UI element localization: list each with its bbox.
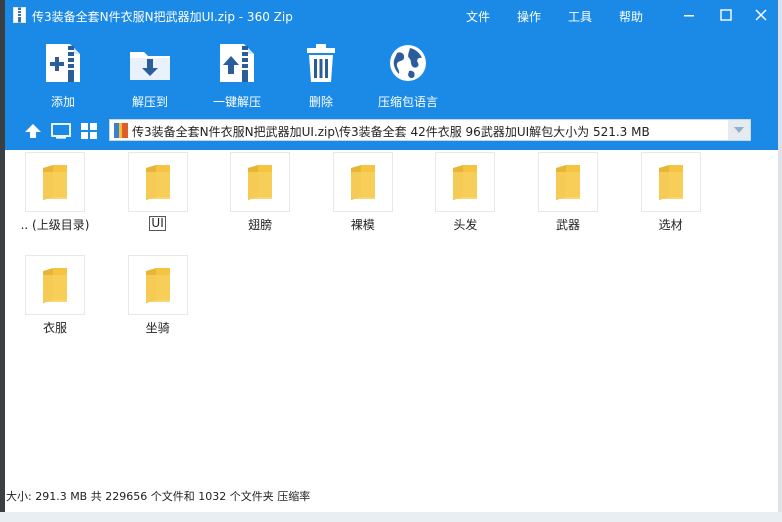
folder-thumbnail	[640, 152, 701, 212]
folder-name-wrap: UI	[108, 212, 208, 231]
folder-name-wrap: 翅膀	[210, 212, 310, 233]
folder-name: UI	[149, 216, 166, 231]
folder-thumbnail	[127, 152, 188, 212]
folder-name-wrap: 头发	[415, 212, 515, 233]
folder-name-wrap: 衣服	[5, 315, 105, 336]
delete-label: 删除	[308, 95, 333, 109]
folder-item[interactable]: 头发	[415, 152, 515, 233]
monitor-icon	[51, 123, 71, 139]
extract-folder-icon	[130, 52, 170, 80]
folder-thumbnail	[230, 152, 291, 212]
zip-file-icon	[114, 123, 128, 138]
grid-icon	[81, 123, 97, 139]
one-click-extract-icon	[220, 44, 254, 82]
folder-thumbnail	[435, 152, 496, 212]
maximize-icon	[720, 9, 732, 21]
menu-file[interactable]: 文件	[466, 8, 490, 25]
globe-icon	[390, 45, 426, 81]
folder-name: 翅膀	[248, 218, 273, 232]
folder-name: 头发	[453, 218, 478, 232]
folder-name-wrap: 武器	[518, 212, 618, 233]
folder-item[interactable]: 坐骑	[108, 255, 208, 336]
close-button[interactable]	[744, 0, 778, 30]
folder-name: 裸模	[350, 218, 375, 232]
close-icon	[755, 9, 767, 21]
view-preview-button[interactable]	[50, 120, 72, 142]
folder-icon	[145, 165, 170, 200]
folder-thumbnail	[332, 152, 393, 212]
folder-name-wrap: .. (上级目录)	[5, 212, 105, 233]
folder-icon	[248, 165, 273, 200]
folder-item[interactable]: 选材	[621, 152, 721, 233]
window-title: 传3装备全套N件衣服N把武器加UI.zip - 360 Zip	[32, 10, 293, 24]
folder-thumbnail	[25, 255, 85, 315]
add-button[interactable]: 添加	[23, 40, 103, 110]
folder-item[interactable]: 裸模	[313, 152, 413, 233]
folder-name-wrap: 选材	[621, 212, 721, 233]
status-text: 大小: 291.3 MB 共 229656 个文件和 1032 个文件夹 压缩率	[6, 490, 311, 503]
path-dropdown-button[interactable]	[728, 120, 750, 140]
path-field[interactable]: 传3装备全套N件衣服N把武器加UI.zip\传3装备全套 42件衣服 96武器加…	[109, 119, 751, 141]
folder-icon	[145, 268, 170, 303]
trash-icon	[307, 44, 335, 82]
folder-icon	[556, 165, 580, 200]
language-label: 压缩包语言	[377, 95, 438, 109]
folder-item[interactable]: .. (上级目录)	[5, 152, 105, 233]
maximize-button[interactable]	[709, 0, 743, 30]
folder-name: 衣服	[42, 321, 67, 335]
view-grid-button[interactable]	[78, 120, 100, 142]
add-archive-icon	[46, 44, 80, 82]
one-click-extract-label: 一键解压	[212, 95, 261, 109]
folder-name-wrap: 裸模	[313, 212, 413, 233]
archive-icon	[13, 7, 26, 23]
folder-icon	[43, 268, 67, 303]
minimize-icon	[684, 15, 694, 17]
folder-icon	[43, 165, 67, 200]
folder-icon	[453, 165, 478, 200]
folder-thumbnail	[25, 152, 85, 212]
menu-help[interactable]: 帮助	[619, 8, 643, 25]
folder-item[interactable]: 衣服	[5, 255, 105, 336]
folder-item[interactable]: 翅膀	[210, 152, 310, 233]
folder-name: .. (上级目录)	[20, 218, 90, 232]
folder-item[interactable]: 武器	[518, 152, 618, 233]
menu-operation[interactable]: 操作	[517, 8, 541, 25]
extract-to-label: 解压到	[131, 95, 168, 109]
app-window: 传3装备全套N件衣服N把武器加UI.zip - 360 Zip 文件 操作 工具…	[5, 0, 778, 512]
folder-thumbnail	[127, 255, 188, 315]
folder-item[interactable]: UI	[108, 152, 208, 231]
one-click-extract-button[interactable]: 一键解压	[197, 40, 277, 110]
folder-icon	[350, 165, 375, 200]
add-label: 添加	[50, 95, 75, 109]
folder-name: 武器	[555, 218, 580, 232]
extract-to-button[interactable]: 解压到	[110, 40, 190, 110]
toolbar: 添加 解压到 一键解压 删除 压缩包语言	[5, 30, 778, 116]
chevron-down-icon	[734, 127, 744, 133]
desktop-bottom-strip	[0, 512, 782, 522]
path-text: 传3装备全套N件衣服N把武器加UI.zip\传3装备全套 42件衣服 96武器加…	[132, 125, 650, 139]
folder-thumbnail	[538, 152, 598, 212]
address-bar: 传3装备全套N件衣服N把武器加UI.zip\传3装备全套 42件衣服 96武器加…	[5, 116, 778, 150]
folder-name: 坐骑	[145, 321, 170, 335]
status-bar: 大小: 291.3 MB 共 229656 个文件和 1032 个文件夹 压缩率	[5, 485, 778, 512]
file-list: .. (上级目录) UI 翅膀 裸模 头发 武器 选材衣服 坐骑	[5, 150, 778, 485]
title-bar[interactable]: 传3装备全套N件衣服N把武器加UI.zip - 360 Zip 文件 操作 工具…	[5, 0, 778, 30]
menu-tools[interactable]: 工具	[568, 8, 592, 25]
folder-icon	[658, 165, 683, 200]
delete-button[interactable]: 删除	[281, 40, 361, 110]
folder-name: 选材	[658, 218, 683, 232]
arrow-up-icon	[25, 124, 41, 138]
minimize-button[interactable]	[672, 0, 706, 30]
up-button[interactable]	[22, 120, 44, 142]
language-button[interactable]: 压缩包语言	[368, 40, 448, 110]
desktop-edge-right	[778, 0, 782, 522]
folder-name-wrap: 坐骑	[108, 315, 208, 336]
